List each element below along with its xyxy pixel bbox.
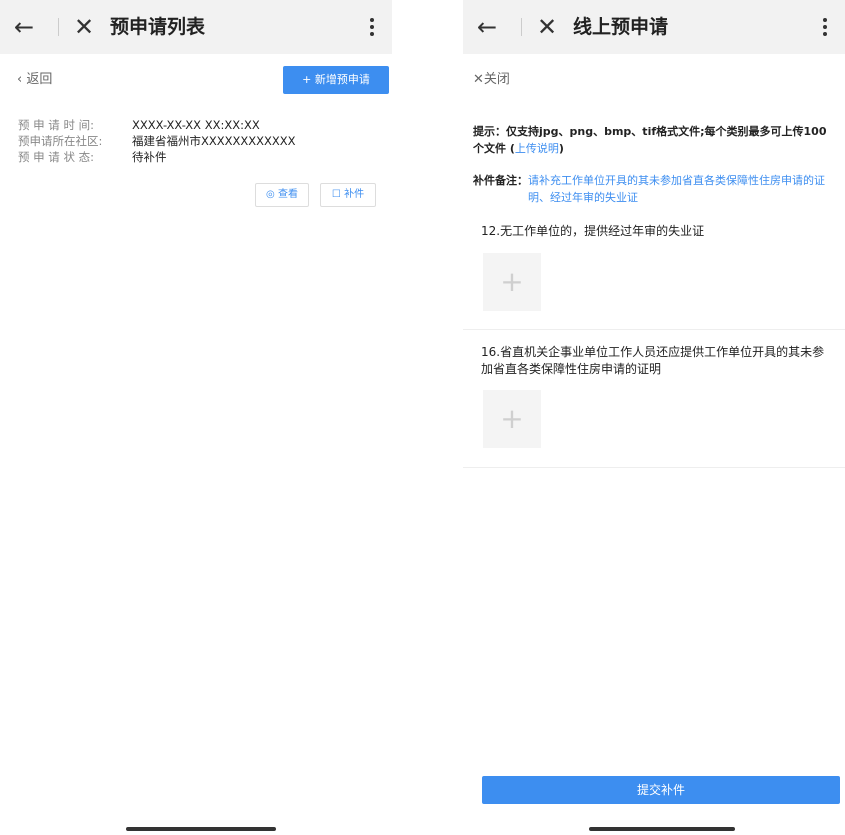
eye-icon: ◎ (266, 189, 275, 200)
section-title: 16.省直机关企事业单位工作人员还应提供工作单位开具的其未参加省直各类保障性住房… (481, 345, 825, 376)
edit-icon: ☐ (331, 189, 341, 200)
back-link[interactable]: ‹ 返回 (17, 68, 52, 87)
section-title: 12.无工作单位的，提供经过年审的失业证 (481, 224, 705, 238)
close-icon[interactable]: ✕ (537, 12, 557, 42)
view-button-label: 查看 (277, 189, 298, 200)
plus-icon: + (500, 402, 524, 435)
info-row-status: 预 申 请 状 态: 待补件 (18, 149, 296, 165)
new-pre-application-button[interactable]: + 新增预申请 (283, 66, 389, 94)
info-value: XXXX-XX-XX XX:XX:XX (132, 118, 260, 132)
info-label: 预 申 请 时 间: (18, 118, 94, 132)
home-indicator (126, 827, 276, 831)
sub-nav: ✕关闭 (463, 58, 845, 98)
application-info: 预 申 请 时 间: XXXX-XX-XX XX:XX:XX 预申请所在社区: … (18, 117, 296, 165)
supplement-button-label: 补件 (344, 189, 365, 200)
online-pre-application-screen: ← ✕ 线上预申请 ✕关闭 提示：仅支持jpg、png、bmp、tif格式文件;… (463, 0, 845, 835)
back-arrow-icon[interactable]: ← (477, 12, 497, 42)
divider (521, 18, 522, 36)
page-title: 线上预申请 (573, 16, 669, 38)
upload-slot[interactable]: + (483, 253, 541, 311)
pre-application-list-screen: ← ✕ 预申请列表 ‹ 返回 + 新增预申请 预 申 请 时 间: XXXX-X… (0, 0, 392, 835)
top-bar: ← ✕ 预申请列表 (0, 0, 392, 54)
close-link[interactable]: ✕关闭 (473, 68, 510, 87)
page-title: 预申请列表 (110, 16, 206, 38)
plus-icon: + (500, 265, 524, 298)
info-label: 预 申 请 状 态: (18, 150, 94, 164)
status-value: 待补件 (132, 150, 167, 164)
remark-text: 请补充工作单位开具的其未参加省直各类保障性住房申请的证明、经过年审的失业证 (528, 174, 825, 204)
back-arrow-icon[interactable]: ← (14, 12, 34, 42)
info-row-community: 预申请所在社区: 福建省福州市XXXXXXXXXXXX (18, 133, 296, 149)
upload-instructions-link[interactable]: 上传说明 (515, 142, 559, 155)
supplement-remark: 补件备注： 请补充工作单位开具的其未参加省直各类保障性住房申请的证明、经过年审的… (473, 172, 835, 206)
view-button[interactable]: ◎ 查看 (255, 183, 309, 207)
kebab-menu-icon[interactable] (362, 14, 382, 40)
divider (463, 467, 845, 468)
divider (463, 329, 845, 330)
supplement-button[interactable]: ☐ 补件 (320, 183, 376, 207)
top-bar: ← ✕ 线上预申请 (463, 0, 845, 54)
home-indicator (589, 827, 735, 831)
divider (58, 18, 59, 36)
submit-supplement-button[interactable]: 提交补件 (482, 776, 840, 804)
close-link-label: 关闭 (483, 72, 510, 87)
upload-tip: 提示：仅支持jpg、png、bmp、tif格式文件;每个类别最多可上传100个文… (473, 125, 827, 155)
back-link-label: 返回 (26, 72, 53, 87)
info-value: 福建省福州市XXXXXXXXXXXX (132, 134, 296, 148)
remark-label: 补件备注： (473, 174, 528, 187)
upload-slot[interactable]: + (483, 390, 541, 448)
info-row-time: 预 申 请 时 间: XXXX-XX-XX XX:XX:XX (18, 117, 296, 133)
kebab-menu-icon[interactable] (815, 14, 835, 40)
sub-nav: ‹ 返回 + 新增预申请 (0, 58, 392, 98)
info-label: 预申请所在社区: (18, 134, 103, 148)
close-icon[interactable]: ✕ (74, 12, 94, 42)
